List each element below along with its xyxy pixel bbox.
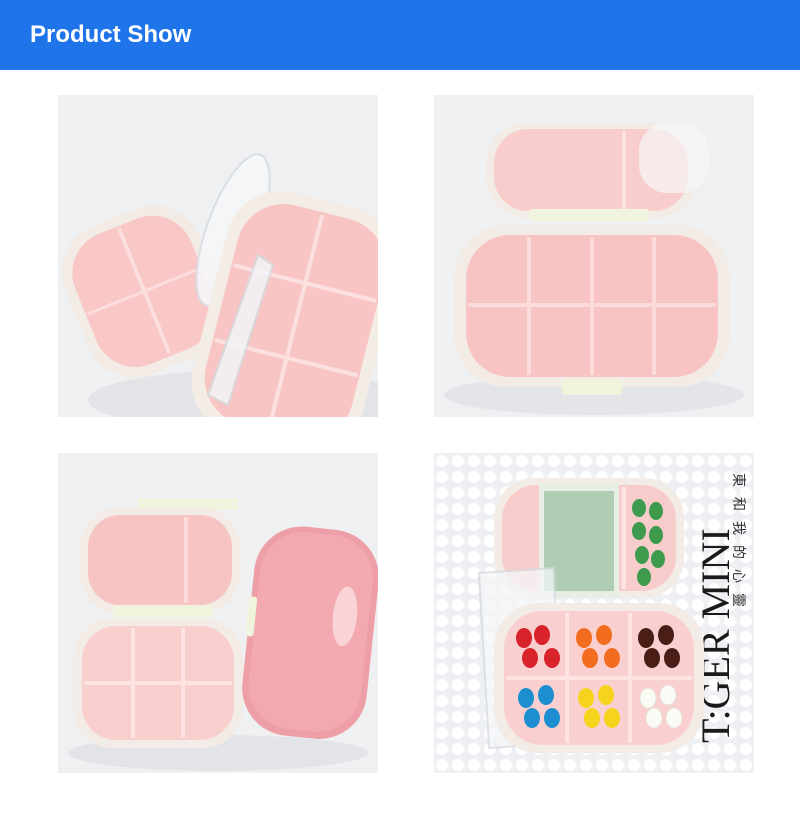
vertical-caption: 東和我的心靈 [730,473,746,617]
product-photo-3 [58,453,378,773]
product-photo-1 [58,95,378,417]
product-photo-4: T:GER MINI 東和我的心靈 [434,453,754,773]
product-photo-2 [434,95,754,417]
product-show-banner: Product Show [0,0,800,70]
section-title: Product Show [30,21,192,48]
